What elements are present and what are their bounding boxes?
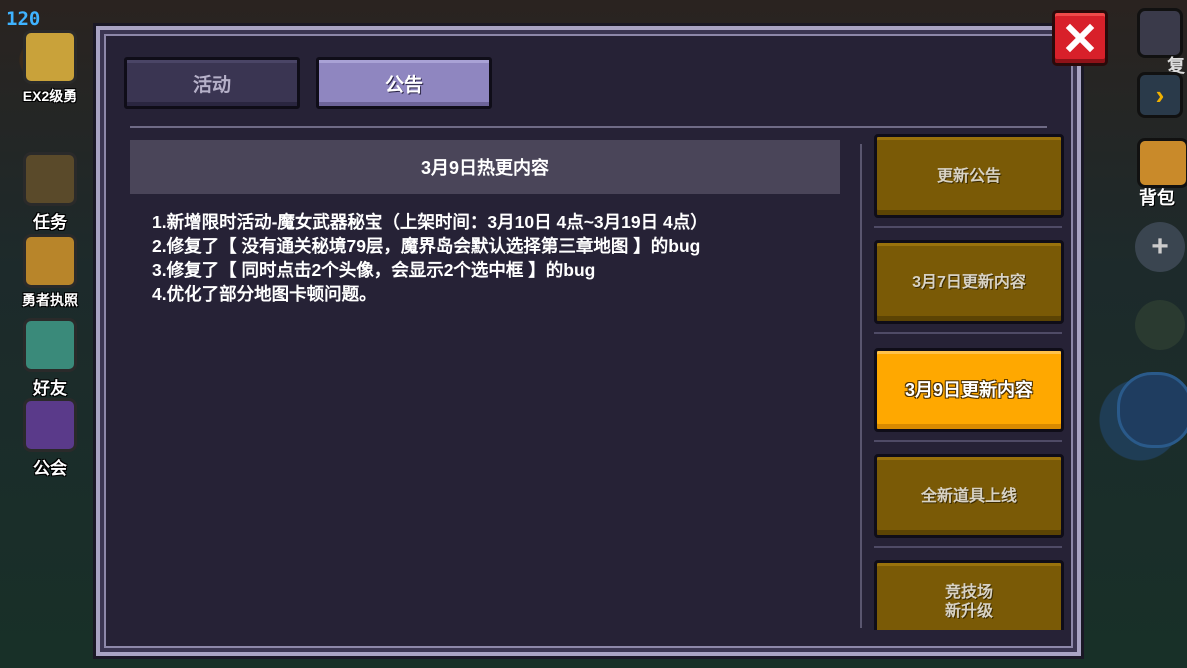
friends-icon bbox=[23, 318, 77, 372]
notice-item-arena[interactable]: 竞技场 新升级 bbox=[874, 560, 1064, 630]
list-separator bbox=[874, 226, 1062, 228]
tab-notice[interactable]: 公告 bbox=[316, 57, 492, 109]
list-separator bbox=[874, 546, 1062, 548]
friends-button[interactable]: 好友 bbox=[12, 318, 88, 399]
dice-icon[interactable] bbox=[1137, 8, 1183, 58]
notice-item-update[interactable]: 更新公告 bbox=[874, 134, 1064, 218]
announcement-title: 3月9日热更内容 bbox=[130, 140, 840, 194]
tab-divider bbox=[130, 126, 1047, 128]
quest-icon bbox=[23, 152, 77, 206]
add-icon[interactable]: + bbox=[1135, 222, 1185, 272]
notice-item-new-items[interactable]: 全新道具上线 bbox=[874, 454, 1064, 538]
announcement-content: 3月9日热更内容 1.新增限时活动-魔女武器秘宝（上架时间：3月10日 4点~3… bbox=[130, 140, 842, 628]
quest-label: 任务 bbox=[33, 213, 67, 232]
license-button[interactable]: 勇者执照 bbox=[12, 234, 88, 310]
notice-item-mar9[interactable]: 3月9日更新内容 bbox=[874, 348, 1064, 432]
announcement-line: 2.修复了【 没有通关秘境79层，魔界岛会默认选择第三章地图 】的bug bbox=[152, 236, 701, 256]
announcement-line: 1.新增限时活动-魔女武器秘宝（上架时间：3月10日 4点~3月19日 4点） bbox=[152, 212, 708, 232]
hero-avatar-icon bbox=[23, 30, 77, 84]
notice-item-label: 全新道具上线 bbox=[920, 487, 1017, 505]
target-icon[interactable] bbox=[1117, 372, 1187, 448]
guild-icon bbox=[23, 398, 77, 452]
notice-item-label-line2: 新升级 bbox=[944, 603, 993, 620]
license-label: 勇者执照 bbox=[22, 292, 78, 308]
guild-button[interactable]: 公会 bbox=[12, 398, 88, 479]
close-icon bbox=[1065, 23, 1095, 53]
hero-level-button[interactable]: EX2级勇 bbox=[12, 30, 88, 106]
hero-level-label: EX2级勇 bbox=[22, 88, 78, 104]
list-separator bbox=[874, 332, 1062, 334]
list-separator bbox=[874, 440, 1062, 442]
notice-item-label: 更新公告 bbox=[936, 167, 1001, 185]
right-sidebar: 复 › 背包 + bbox=[1107, 0, 1187, 668]
notice-list[interactable]: 更新公告 3月7日更新内容 3月9日更新内容 全新道具上线 竞技场 新升级 bbox=[874, 134, 1068, 630]
announcement-panel: 活动 公告 3月9日热更内容 1.新增限时活动-魔女武器秘宝（上架时间：3月10… bbox=[96, 26, 1081, 656]
announcement-line: 3.修复了【 同时点击2个头像，会显示2个选中框 】的bug bbox=[152, 260, 596, 280]
bag-icon[interactable] bbox=[1137, 138, 1187, 188]
license-icon bbox=[23, 234, 77, 288]
list-divider bbox=[860, 144, 862, 628]
fps-counter: 120 bbox=[6, 8, 41, 30]
bag-label: 背包 bbox=[1139, 188, 1175, 208]
notice-item-label: 3月9日更新内容 bbox=[904, 379, 1034, 400]
quest-button[interactable]: 任务 bbox=[12, 152, 88, 233]
tab-activity[interactable]: 活动 bbox=[124, 57, 300, 109]
friends-label: 好友 bbox=[33, 379, 67, 398]
notice-item-label: 3月7日更新内容 bbox=[912, 273, 1026, 291]
notice-item-mar7[interactable]: 3月7日更新内容 bbox=[874, 240, 1064, 324]
close-button[interactable] bbox=[1052, 10, 1108, 66]
announcement-line: 4.优化了部分地图卡顿问题。 bbox=[152, 284, 377, 304]
announcement-body: 1.新增限时活动-魔女武器秘宝（上架时间：3月10日 4点~3月19日 4点） … bbox=[152, 210, 832, 306]
chat-icon[interactable] bbox=[1135, 300, 1185, 350]
notice-item-label: 竞技场 bbox=[944, 584, 993, 601]
expand-arrow-icon[interactable]: › bbox=[1137, 72, 1183, 118]
guild-label: 公会 bbox=[33, 459, 67, 478]
